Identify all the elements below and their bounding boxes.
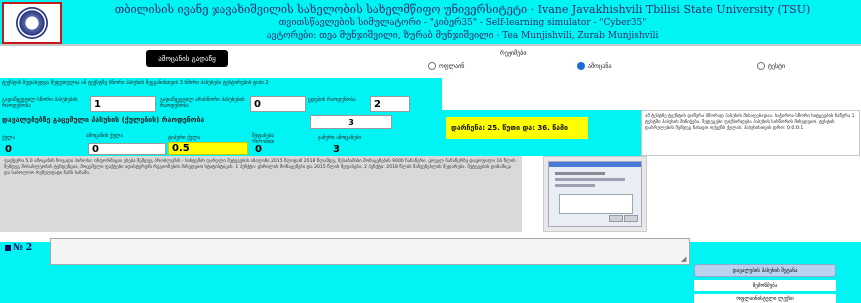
- wrong-answers-label: გადაწყვეტილ არასწორი პასუხების რაოდენობა: [160, 97, 245, 109]
- app-header: თბილისის ივანე ჯავახიშვილის სახელობის სა…: [0, 0, 861, 46]
- stat-label-2: ამოცანის ქულა: [86, 133, 123, 139]
- correct-answers-field[interactable]: 1: [90, 96, 156, 112]
- thumbnail-dialog: [559, 194, 633, 214]
- thumbnail-line: [555, 178, 625, 181]
- stat-value-4: 0: [252, 143, 308, 155]
- header-university-title: თბილისის ივანე ჯავახიშვილის სახელობის სა…: [114, 3, 811, 16]
- section-2-number: № 2: [5, 243, 32, 253]
- modes-title: რეჟიმები: [500, 50, 527, 57]
- start-task-button[interactable]: ამოცანის გადაწყ: [146, 50, 228, 67]
- timer-display: დარჩენა: 25. წუთი და: 36. წამი: [446, 117, 588, 139]
- attempts-field[interactable]: 2: [370, 96, 410, 112]
- check-button[interactable]: შემოწმება: [694, 280, 836, 291]
- radio-dot-icon: [428, 62, 436, 70]
- score-row-label: დავალებებზე გაცემული პასუხის (ქულების) რ…: [2, 116, 205, 124]
- answer-textarea[interactable]: [50, 238, 690, 265]
- offline-button[interactable]: ოფლაინისტული ლექსი: [694, 294, 836, 303]
- resize-grip-icon[interactable]: ◢: [681, 255, 689, 263]
- wrong-answers-field[interactable]: 0: [250, 96, 306, 112]
- submit-answer-button[interactable]: დავალების პასუხის შეტანა: [694, 264, 836, 277]
- radio-dot-icon: [577, 62, 585, 70]
- header-simulator-title: თვითსწავლების სიმულატორი - "კიბერ35" - S…: [278, 18, 647, 28]
- task-description: ფაქტური 5.0 ამოცანის ზოგადი პირობა: ინფო…: [0, 156, 522, 232]
- mode-radio-task[interactable]: ამოცანა: [577, 62, 612, 70]
- thumbnail-line: [555, 172, 605, 175]
- thumbnail-line: [555, 184, 595, 187]
- thumbnail-ok-button: [609, 215, 623, 222]
- mode-label: ოფლაინ: [439, 62, 465, 70]
- stat-value-5: 3: [330, 143, 370, 155]
- stat-value-2[interactable]: 0: [88, 143, 166, 155]
- square-bullet-icon: [5, 244, 11, 251]
- mode-radio-offline[interactable]: ოფლაინ: [428, 62, 464, 70]
- stat-label-5: ჯამური ამოცანები: [318, 135, 361, 141]
- score-field[interactable]: 3: [310, 115, 392, 129]
- correct-answers-label: გადაწყვეტილ სწორი პასუხების რაოდენობა: [2, 97, 78, 109]
- stat-label-3: ტიპური ქულა: [168, 135, 201, 141]
- radio-dot-icon: [757, 62, 765, 70]
- mode-radio-test[interactable]: ტესტი: [757, 62, 785, 70]
- thumbnail-cancel-button: [624, 215, 638, 222]
- task-title: ტექსტის ზედახედვა შეფუთულია ან ტექსტზე ს…: [2, 80, 269, 86]
- screenshot-thumbnail[interactable]: [548, 161, 642, 227]
- stat-value-1: 0: [2, 143, 84, 155]
- stat-value-3[interactable]: 0.5: [168, 142, 248, 155]
- section-number-text: № 2: [13, 243, 33, 253]
- task-info-text: ამ ტესტზე ტექსტის დაწერა სწორად პასუხის …: [641, 110, 860, 156]
- stat-label-1: ქულა: [2, 135, 16, 141]
- mode-label: ტესტი: [768, 62, 786, 70]
- university-seal-icon: [16, 7, 48, 39]
- thumbnail-titlebar: [549, 162, 641, 167]
- university-logo: [2, 2, 62, 44]
- header-authors: ავტორები: თეა მუნჯიშვილი, ზურაბ მუნჯიშვი…: [266, 31, 659, 41]
- mode-label: ამოცანა: [588, 62, 612, 70]
